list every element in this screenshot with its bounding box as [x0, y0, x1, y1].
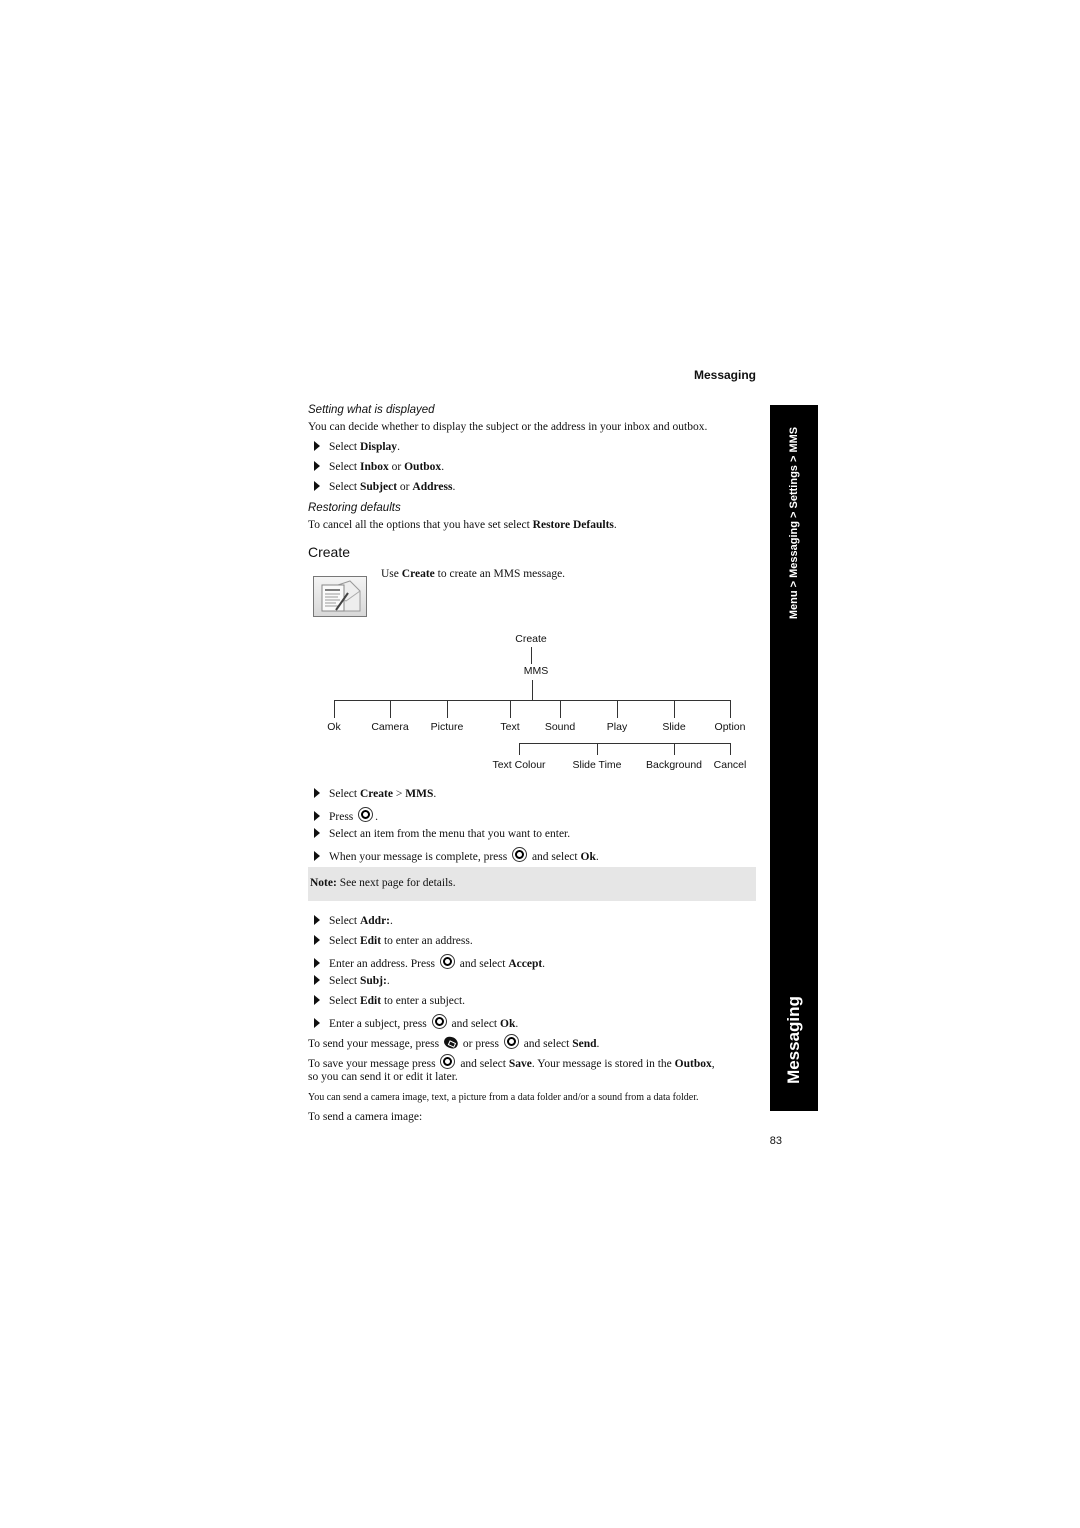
settings-intro: You can decide whether to display the su…: [308, 421, 708, 433]
center-key-icon: [439, 954, 455, 969]
step-enter-subject: Enter a subject, press and select Ok.: [314, 1014, 518, 1031]
tree-connector: [510, 700, 511, 718]
note-text: Note: See next page for details.: [310, 877, 456, 889]
center-key-icon: [358, 807, 374, 822]
step-select-item: Select an item from the menu that you wa…: [314, 827, 570, 841]
subheading-setting-displayed: Setting what is displayed: [308, 404, 435, 416]
camera-note: You can send a camera image, text, a pic…: [308, 1092, 699, 1103]
bullet-arrow-icon: [314, 995, 320, 1005]
tree-connector: [560, 700, 561, 718]
tree-node-root: Create: [515, 633, 547, 645]
bullet-arrow-icon: [314, 915, 320, 925]
bullet-arrow-icon: [314, 811, 320, 821]
tree-connector: [674, 700, 675, 718]
tree-subnode-3: Cancel: [713, 759, 747, 771]
tree-subnode-0: Text Colour: [492, 759, 546, 771]
step-select-subject-address: Select Subject or Address.: [314, 480, 455, 494]
chapter-title: Messaging: [784, 996, 803, 1084]
tree-connector: [519, 743, 731, 744]
tree-connector: [531, 647, 532, 664]
step-select-display: Select Display.: [314, 440, 400, 454]
tree-node-5: Play: [606, 721, 628, 733]
tree-connector: [519, 743, 520, 755]
tree-connector: [532, 680, 533, 700]
menu-path: Menu > Messaging > Settings > MMS: [788, 426, 800, 619]
tree-connector: [597, 743, 598, 755]
step-select-addr: Select Addr:.: [314, 914, 393, 928]
page-number: 83: [769, 1135, 782, 1147]
send-key-icon: [442, 1034, 460, 1051]
tree-node-0: Ok: [327, 721, 341, 733]
step-select-inbox-outbox: Select Inbox or Outbox.: [314, 460, 444, 474]
center-key-icon: [431, 1014, 447, 1029]
step-message-complete: When your message is complete, press and…: [314, 847, 599, 864]
tree-node-7: Option: [714, 721, 746, 733]
tree-subnode-1: Slide Time: [572, 759, 622, 771]
tree-connector: [730, 743, 731, 755]
bullet-arrow-icon: [314, 975, 320, 985]
tree-connector: [447, 700, 448, 718]
center-key-icon: [440, 1054, 456, 1069]
create-description: Use Create to create an MMS message.: [381, 568, 566, 580]
tree-connector: [334, 700, 731, 701]
bullet-arrow-icon: [314, 441, 320, 451]
bullet-arrow-icon: [314, 935, 320, 945]
tree-node-3: Text: [500, 721, 520, 733]
center-key-icon: [503, 1034, 519, 1049]
tree-connector: [390, 700, 391, 718]
bullet-arrow-icon: [314, 481, 320, 491]
center-key-icon: [512, 847, 528, 862]
step-press: Press .: [314, 807, 378, 824]
step-select-create-mms: Select Create > MMS.: [314, 787, 436, 801]
tree-connector: [617, 700, 618, 718]
bullet-arrow-icon: [314, 461, 320, 471]
save-instructions-line2: so you can send it or edit it later.: [308, 1071, 458, 1083]
tree-connector: [674, 743, 675, 755]
bullet-arrow-icon: [314, 958, 320, 968]
save-instructions: To save your message press and select Sa…: [308, 1054, 715, 1071]
camera-intro: To send a camera image:: [308, 1111, 423, 1123]
tree-node-4: Sound: [544, 721, 576, 733]
subheading-restoring-defaults: Restoring defaults: [308, 502, 401, 514]
restoring-text: To cancel all the options that you have …: [308, 519, 617, 531]
bullet-arrow-icon: [314, 1018, 320, 1028]
bullet-arrow-icon: [314, 828, 320, 838]
section-heading-create: Create: [308, 544, 351, 560]
bullet-arrow-icon: [314, 851, 320, 861]
bullet-arrow-icon: [314, 788, 320, 798]
step-edit-subject: Select Edit to enter a subject.: [314, 994, 465, 1008]
mms-create-icon: [313, 576, 367, 617]
tree-connector: [730, 700, 731, 718]
tree-node-1: Camera: [371, 721, 409, 733]
tree-node-6: Slide: [662, 721, 686, 733]
tree-node-2: Picture: [430, 721, 464, 733]
step-enter-address: Enter an address. Press and select Accep…: [314, 954, 545, 971]
tree-node-mms: MMS: [523, 665, 549, 677]
running-header: Messaging: [693, 368, 756, 382]
tree-connector: [334, 700, 335, 718]
step-edit-address: Select Edit to enter an address.: [314, 934, 473, 948]
send-instructions: To send your message, press or press and…: [308, 1034, 599, 1051]
step-select-subj: Select Subj:.: [314, 974, 390, 988]
tree-subnode-2: Background: [645, 759, 703, 771]
